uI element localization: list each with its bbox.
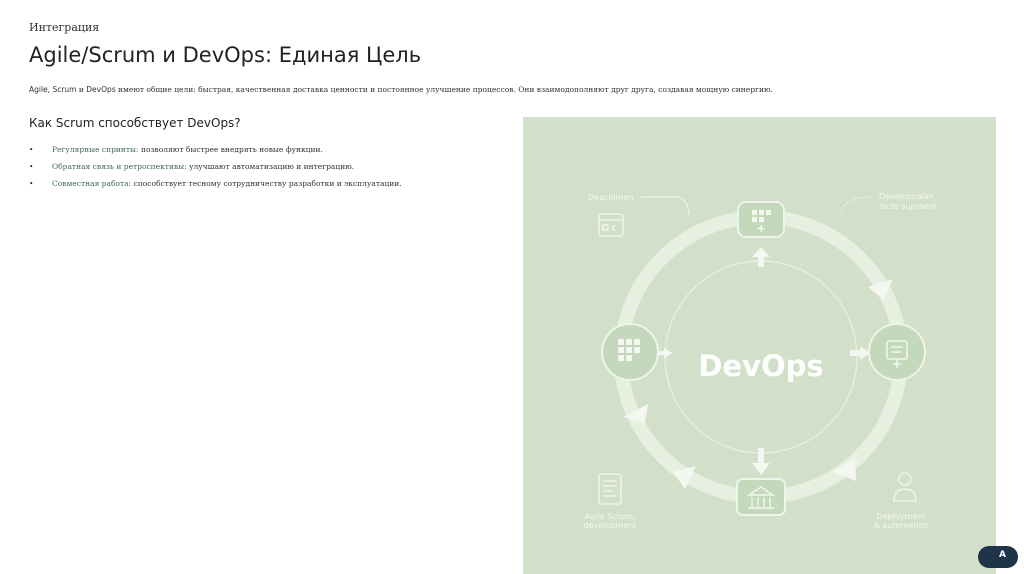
intro-rest: имеют общие цели: быстрая, качественная … bbox=[118, 85, 773, 94]
label-top-left: Deaclomen bbox=[588, 193, 633, 202]
arrow-up-icon bbox=[752, 247, 770, 267]
node-bottom bbox=[736, 478, 786, 516]
node-right bbox=[868, 323, 926, 381]
list-item: • Обратная связь и ретроспективы: улучша… bbox=[29, 158, 402, 175]
list-item: • Регулярные спринты: позволяют быстрее … bbox=[29, 141, 402, 158]
node-top bbox=[737, 201, 785, 238]
label-top-right-2: dicto suprnent bbox=[879, 202, 937, 211]
label-bottom-right-2: & automation bbox=[874, 521, 929, 530]
bullet-term: Совместная работа: bbox=[52, 179, 132, 188]
corner-bottom-left: Agile Scrum, development bbox=[584, 473, 637, 530]
bullet-text: улучшают автоматизацию и интеграцию. bbox=[189, 162, 355, 171]
intro-and: и bbox=[78, 85, 84, 94]
bullet-text: способствует тесному сотрудничеству разр… bbox=[133, 179, 402, 188]
subheading: Как Scrum способствует DevOps? bbox=[29, 116, 241, 130]
arrow-right-icon bbox=[850, 346, 870, 360]
bullet-term: Обратная связь и ретроспективы: bbox=[52, 162, 187, 171]
intro-text: Agile, Scrum и DevOps имеют общие цели: … bbox=[29, 85, 773, 94]
bullet-text: позволяют быстрее внедрять новые функции… bbox=[140, 145, 323, 154]
corner-badge: A bbox=[978, 546, 1018, 568]
arrow-right-icon bbox=[658, 348, 673, 358]
bullet-marker: • bbox=[29, 162, 34, 171]
bullet-list: • Регулярные спринты: позволяют быстрее … bbox=[29, 141, 402, 192]
devops-cycle-diagram: DevOps Deaclomen Developpalim dicto supr… bbox=[584, 192, 937, 530]
label-bottom-left-2: development bbox=[584, 521, 637, 530]
corner-top-left: Deaclomen bbox=[588, 193, 690, 237]
list-item: • Совместная работа: способствует тесном… bbox=[29, 175, 402, 192]
label-bottom-right-1: Deployment bbox=[877, 512, 926, 521]
label-top-right-1: Developpalim bbox=[879, 192, 934, 201]
devops-cycle-figure: DevOps Deaclomen Developpalim dicto supr… bbox=[523, 117, 996, 574]
document-icon bbox=[598, 473, 622, 505]
corner-top-right: Developpalim dicto suprnent bbox=[840, 192, 937, 216]
section-label: Интеграция bbox=[29, 21, 100, 34]
code-window-icon bbox=[598, 213, 624, 237]
bullet-term: Регулярные спринты: bbox=[52, 145, 139, 154]
bullet-marker: • bbox=[29, 145, 34, 154]
slide-title: Agile/Scrum и DevOps: Единая Цель bbox=[29, 43, 422, 67]
arrow-down-icon bbox=[752, 448, 770, 475]
person-icon bbox=[893, 472, 917, 502]
corner-badge-label: A bbox=[999, 550, 1006, 560]
corner-bottom-right: Deployment & automation bbox=[874, 472, 929, 530]
bullet-marker: • bbox=[29, 179, 34, 188]
intro-terms: Agile, Scrum bbox=[29, 85, 77, 94]
node-left bbox=[601, 323, 659, 381]
label-bottom-left-1: Agile Scrum, bbox=[585, 512, 636, 521]
intro-devops: DevOps bbox=[86, 85, 116, 94]
center-label: DevOps bbox=[698, 349, 823, 383]
